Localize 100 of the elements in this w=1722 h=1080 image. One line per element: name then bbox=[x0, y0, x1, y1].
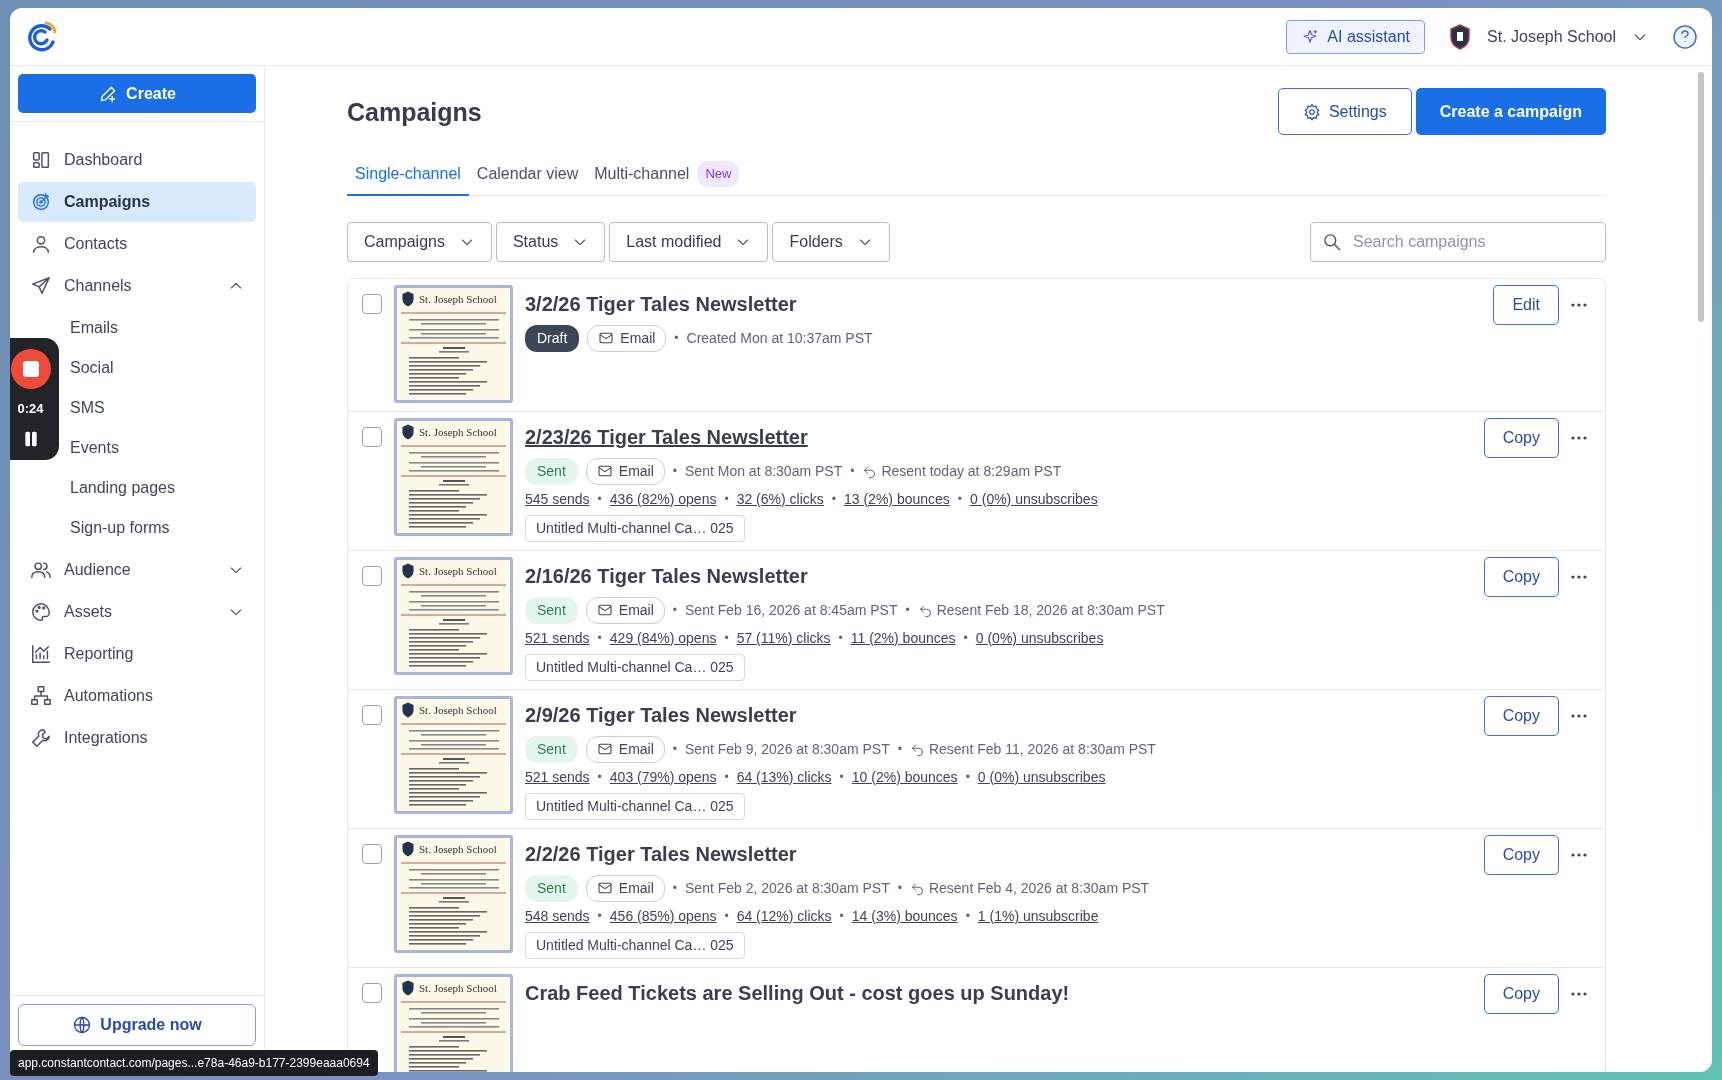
filter-dropdown[interactable]: Folders bbox=[772, 221, 890, 262]
scrollbar-thumb[interactable] bbox=[1698, 72, 1704, 322]
filter-dropdown[interactable]: Status bbox=[495, 221, 606, 262]
settings-button[interactable]: Settings bbox=[1277, 88, 1412, 135]
ai-assistant-button[interactable]: AI assistant bbox=[1286, 19, 1426, 54]
campaign-title[interactable]: Crab Feed Tickets are Selling Out - cost goes up Sunday! bbox=[525, 977, 1472, 1008]
sidebar-item[interactable]: Channels bbox=[18, 266, 256, 306]
more-icon bbox=[1571, 713, 1587, 718]
create-campaign-button[interactable]: Create a campaign bbox=[1415, 88, 1606, 135]
row-action-button[interactable]: Copy bbox=[1483, 417, 1559, 458]
tab[interactable]: Calendar view bbox=[468, 155, 587, 196]
stat-link[interactable]: 57 (11%) clicks bbox=[736, 627, 831, 649]
row-action-button[interactable]: Copy bbox=[1483, 556, 1559, 597]
sent-date: Sent Feb 2, 2026 at 8:30am PST bbox=[685, 878, 890, 898]
stat-link[interactable]: 1 (1%) unsubscribe bbox=[977, 905, 1099, 927]
stat-link[interactable]: 64 (12%) clicks bbox=[736, 905, 832, 927]
bullet-separator: • bbox=[674, 330, 679, 347]
upgrade-button[interactable]: Upgrade now bbox=[18, 1004, 256, 1046]
sent-date: Sent Feb 16, 2026 at 8:45am PST bbox=[685, 600, 898, 620]
status-badge: Sent bbox=[525, 596, 578, 624]
stat-link[interactable]: 521 sends bbox=[525, 766, 590, 788]
row-checkbox[interactable] bbox=[362, 982, 382, 1003]
stat-link[interactable]: 456 (85%) opens bbox=[609, 905, 717, 927]
folder-tag: Untitled Multi-channel Ca… 025 bbox=[525, 514, 745, 542]
person-icon bbox=[30, 233, 52, 255]
new-badge: New bbox=[697, 161, 740, 187]
stat-link[interactable]: 11 (2%) bounces bbox=[850, 627, 956, 649]
bullet-separator: • bbox=[839, 908, 844, 925]
stat-link[interactable]: 0 (0%) unsubscribes bbox=[975, 627, 1104, 649]
search-field[interactable]: Search campaigns bbox=[1310, 221, 1606, 262]
sidebar-subitem[interactable]: Sign-up forms bbox=[70, 516, 170, 540]
resent-date: Resent Feb 18, 2026 at 8:30am PST bbox=[936, 600, 1165, 620]
row-action-button[interactable]: Copy bbox=[1483, 695, 1559, 736]
sidebar-subitem[interactable]: Landing pages bbox=[70, 476, 175, 500]
stat-link[interactable]: 0 (0%) unsubscribes bbox=[970, 488, 1098, 510]
stat-link[interactable]: 545 sends bbox=[525, 488, 590, 510]
campaign-title[interactable]: 2/16/26 Tiger Tales Newsletter bbox=[525, 560, 1472, 591]
undo-arrow-icon bbox=[862, 463, 878, 479]
tab[interactable]: Multi-channel New bbox=[586, 155, 748, 196]
dashboard-icon bbox=[30, 149, 52, 171]
sidebar-subitem[interactable]: Emails bbox=[70, 316, 118, 340]
sparkle-icon bbox=[1301, 27, 1320, 46]
page-title: Campaigns bbox=[347, 96, 482, 127]
campaign-title[interactable]: 2/2/26 Tiger Tales Newsletter bbox=[525, 838, 1472, 869]
row-action-button[interactable]: Copy bbox=[1483, 834, 1559, 875]
stat-link[interactable]: 521 sends bbox=[525, 627, 590, 649]
folder-tag: Untitled Multi-channel Ca… 025 bbox=[525, 653, 745, 681]
bullet-separator: • bbox=[965, 769, 970, 786]
sidebar-item[interactable]: Assets bbox=[18, 592, 256, 632]
sidebar-subitem[interactable]: Events bbox=[70, 436, 119, 460]
more-icon bbox=[1571, 574, 1587, 579]
row-checkbox[interactable] bbox=[362, 426, 382, 447]
help-icon[interactable] bbox=[1672, 23, 1698, 50]
filter-dropdown[interactable]: Campaigns bbox=[347, 221, 492, 262]
envelope-icon bbox=[596, 741, 613, 757]
tab[interactable]: Single-channel bbox=[347, 155, 469, 196]
stat-link[interactable]: 403 (79%) opens bbox=[609, 766, 717, 788]
sidebar-subitem[interactable]: SMS bbox=[70, 396, 105, 420]
sidebar-subitem[interactable]: Social bbox=[70, 356, 114, 380]
stop-button[interactable] bbox=[10, 349, 51, 390]
sidebar-item[interactable]: Automations bbox=[18, 676, 256, 716]
stat-link[interactable]: 0 (0%) unsubscribes bbox=[977, 766, 1106, 788]
campaign-title[interactable]: 3/2/26 Tiger Tales Newsletter bbox=[525, 288, 1482, 319]
sidebar-item[interactable]: Reporting bbox=[18, 634, 256, 674]
stat-link[interactable]: 10 (2%) bounces bbox=[851, 766, 958, 788]
stat-link[interactable]: 436 (82%) opens bbox=[609, 488, 717, 510]
bullet-separator: • bbox=[957, 491, 963, 508]
create-button[interactable]: Create bbox=[18, 74, 256, 113]
bullet-separator: • bbox=[831, 491, 836, 508]
sent-date: Sent Feb 9, 2026 at 8:30am PST bbox=[685, 739, 890, 759]
stat-link[interactable]: 64 (13%) clicks bbox=[736, 766, 832, 788]
sidebar-item[interactable]: Integrations bbox=[18, 718, 256, 758]
bullet-separator: • bbox=[724, 908, 729, 925]
sidebar-item[interactable]: Dashboard bbox=[18, 140, 256, 180]
row-action-button[interactable]: Edit bbox=[1493, 284, 1559, 325]
resent-date: Resent today at 8:29am PST bbox=[881, 461, 1062, 481]
stat-link[interactable]: 32 (6%) clicks bbox=[736, 488, 824, 510]
bullet-separator: • bbox=[672, 880, 678, 897]
row-action-button[interactable]: Copy bbox=[1483, 973, 1559, 1014]
sidebar-item[interactable]: Contacts bbox=[18, 224, 256, 264]
campaign-title[interactable]: 2/9/26 Tiger Tales Newsletter bbox=[525, 699, 1472, 730]
account-name[interactable]: St. Joseph School bbox=[1487, 24, 1616, 49]
row-checkbox[interactable] bbox=[362, 704, 382, 725]
stat-link[interactable]: 548 sends bbox=[525, 905, 590, 927]
bullet-separator: • bbox=[905, 602, 910, 619]
stat-link[interactable]: 13 (2%) bounces bbox=[844, 488, 950, 510]
channel-tag: Email bbox=[585, 596, 665, 624]
status-badge: Sent bbox=[525, 457, 578, 485]
campaign-title[interactable]: 2/23/26 Tiger Tales Newsletter bbox=[525, 421, 1472, 452]
stat-link[interactable]: 14 (3%) bounces bbox=[851, 905, 958, 927]
sidebar-item[interactable]: Audience bbox=[18, 550, 256, 590]
stat-link[interactable]: 429 (84%) opens bbox=[609, 627, 717, 649]
shield-icon bbox=[1449, 23, 1472, 50]
filter-dropdown[interactable]: Last modified bbox=[609, 221, 769, 262]
row-checkbox[interactable] bbox=[362, 843, 382, 864]
sidebar-item[interactable]: Campaigns bbox=[18, 182, 256, 222]
email-thumbnail: St. Joseph School bbox=[394, 695, 513, 814]
recording-time: 0:24 bbox=[17, 400, 44, 419]
row-checkbox[interactable] bbox=[362, 565, 382, 586]
row-checkbox[interactable] bbox=[362, 293, 382, 314]
